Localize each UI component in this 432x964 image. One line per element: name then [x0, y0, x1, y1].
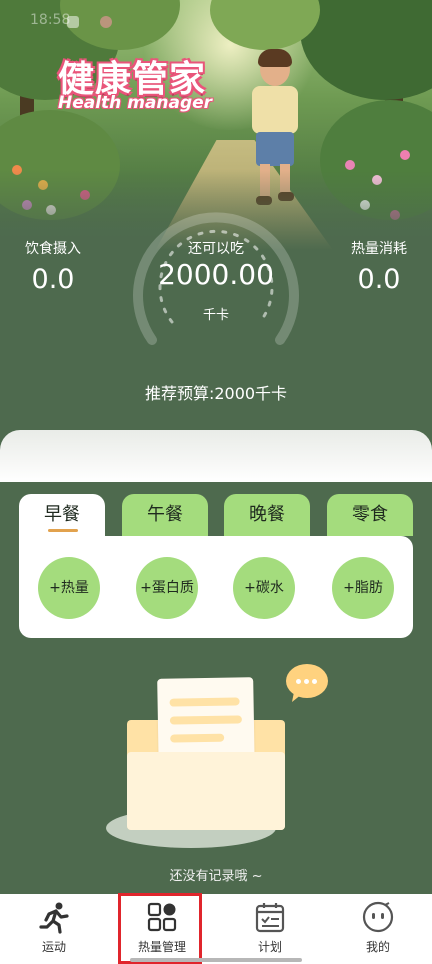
nav-item-plan[interactable]: 计划	[216, 894, 324, 964]
burned-label: 热量消耗	[351, 241, 407, 257]
budget-text: 推荐预算:2000千卡	[144, 384, 288, 403]
add-calorie-button[interactable]: +热量	[38, 557, 100, 619]
bottom-nav: 运动 热量管理 计划 我的	[0, 894, 432, 964]
intake-value: 0.0	[31, 264, 75, 295]
add-protein-button[interactable]: +蛋白质	[136, 557, 198, 619]
calendar-check-icon	[255, 903, 285, 933]
remaining-label: 还可以吃	[188, 241, 244, 257]
nav-label-plan: 计划	[257, 940, 282, 954]
add-carbs-button[interactable]: +碳水	[233, 557, 295, 619]
app-icon	[100, 16, 112, 28]
intake-label: 饮食摄入	[25, 241, 81, 257]
tab-dinner[interactable]: 晚餐	[224, 494, 310, 536]
empty-state-text: 还没有记录哦 ~	[169, 869, 263, 884]
status-bar: 18:58	[0, 8, 432, 34]
tab-snack[interactable]: 零食	[327, 494, 413, 536]
meal-card: +热量 +蛋白质 +碳水 +脂肪	[19, 536, 413, 638]
remaining-unit: 千卡	[202, 308, 229, 323]
notification-icon	[67, 16, 79, 28]
tab-lunch[interactable]: 午餐	[122, 494, 208, 536]
face-icon	[362, 901, 394, 933]
nav-label-exercise: 运动	[41, 940, 66, 954]
nav-item-exercise[interactable]: 运动	[0, 894, 108, 964]
highlight-box	[118, 893, 202, 964]
burned-value: 0.0	[357, 264, 401, 295]
panel-header-band	[0, 430, 432, 482]
add-fat-button[interactable]: +脂肪	[332, 557, 394, 619]
meal-tabs: 早餐 午餐 晚餐 零食	[19, 494, 413, 536]
status-time: 18:58	[30, 12, 71, 28]
remaining-value: 2000.00	[158, 258, 274, 291]
active-tab-indicator	[48, 529, 78, 532]
nav-label-profile: 我的	[365, 940, 390, 954]
nav-item-profile[interactable]: 我的	[324, 894, 432, 964]
runner-icon	[39, 902, 69, 934]
home-indicator	[130, 958, 302, 962]
app-logo-subtitle: Health manager	[58, 93, 213, 113]
tab-breakfast[interactable]: 早餐	[19, 494, 105, 536]
